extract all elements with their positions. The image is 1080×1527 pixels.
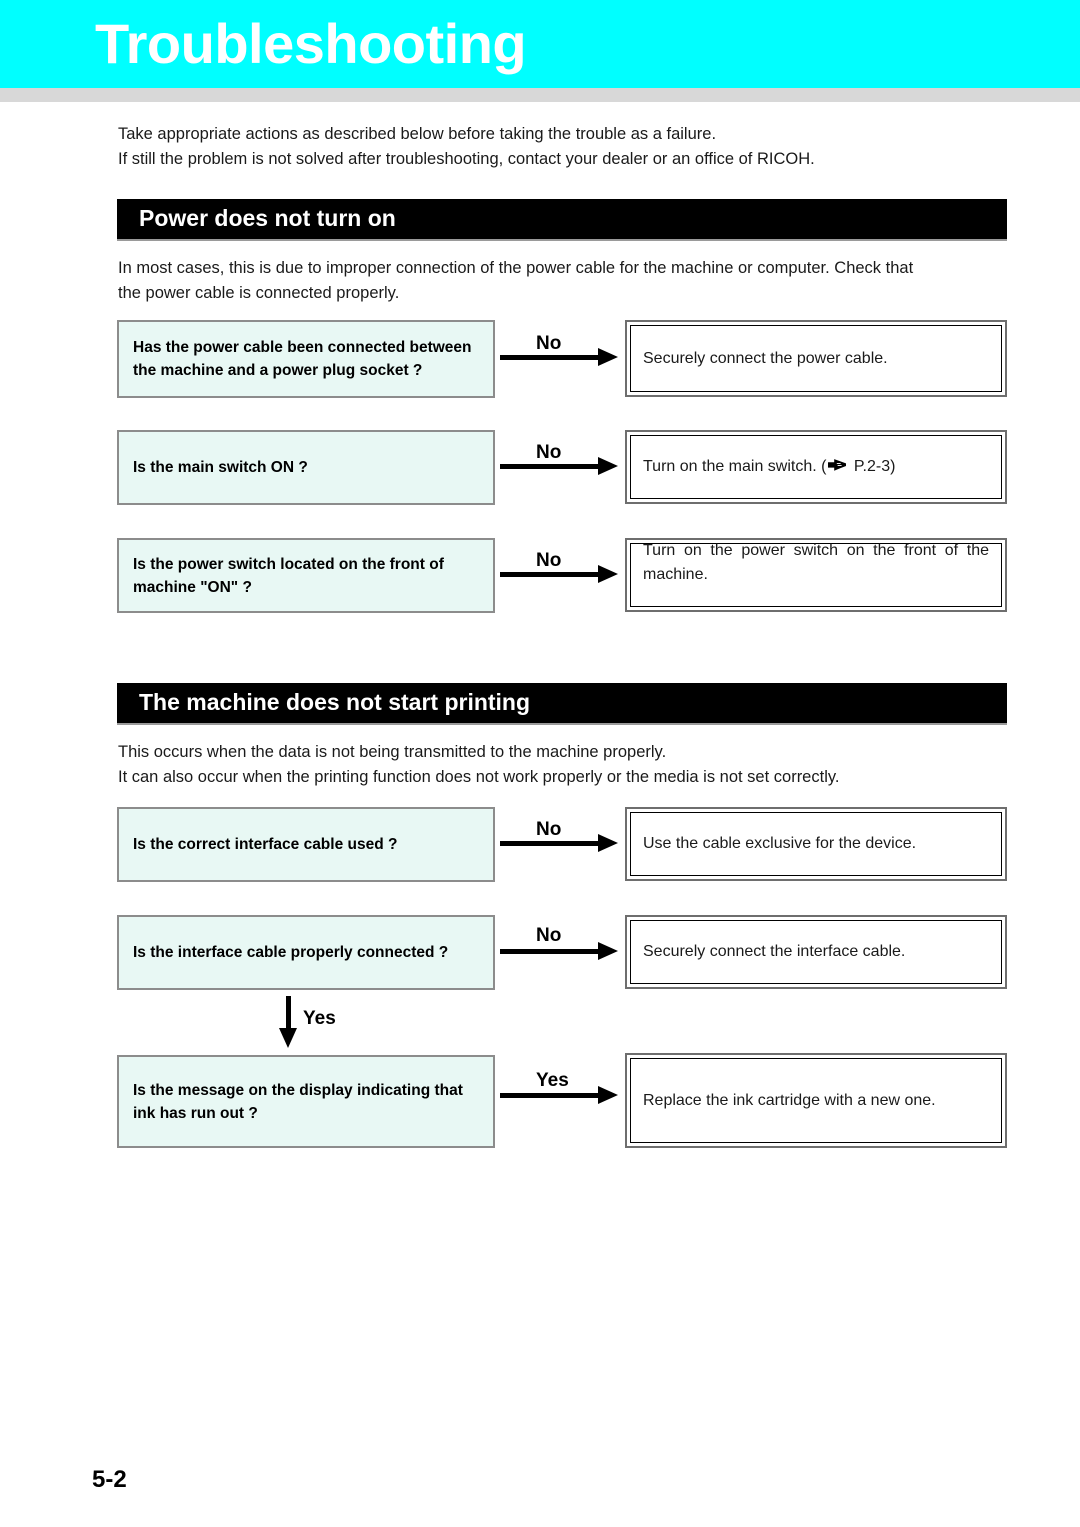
question-box: Is the correct interface cable used ? [117, 807, 495, 882]
answer-text-pre: Turn on the main switch. ( [643, 458, 827, 475]
answer-text-pre: Securely connect the power cable. [643, 349, 888, 367]
arrow-head [598, 1086, 618, 1104]
section-power-description: In most cases, this is due to improper c… [118, 256, 1018, 306]
arrow-shaft [286, 996, 291, 1030]
question-text: Is the power switch located on the front… [133, 555, 444, 596]
intro-line-2: If still the problem is not solved after… [118, 150, 815, 168]
question-text: Is the main switch ON ? [133, 459, 308, 476]
section-printing-desc-line-1: This occurs when the data is not being t… [118, 743, 667, 761]
question-box: Is the main switch ON ? [117, 430, 495, 505]
page-title: Troubleshooting [95, 12, 527, 75]
question-text: Is the correct interface cable used ? [133, 836, 398, 853]
answer-box-inner: Turn on the power switch on the front of… [630, 542, 1002, 607]
answer-box-inner: Securely connect the power cable. [630, 325, 1002, 392]
answer-text-post: P.2-3) [849, 458, 896, 475]
answer-box-inner: Turn on the main switch. ( P.2-3) [630, 435, 1002, 499]
arrow-label: No [536, 925, 562, 946]
page-number: 5-2 [92, 1466, 127, 1493]
arrow-shaft [500, 355, 600, 360]
question-text: Has the power cable been connected betwe… [133, 339, 472, 379]
answer-box: Securely connect the power cable. [625, 320, 1007, 397]
section-header-power: Power does not turn on [117, 199, 1007, 241]
arrow-head [598, 834, 618, 852]
pointing-hand-icon [827, 456, 847, 471]
answer-box-inner: Replace the ink cartridge with a new one… [630, 1058, 1002, 1143]
arrow-head [598, 942, 618, 960]
arrow-label: No [536, 442, 562, 463]
question-text: Is the message on the display indicating… [133, 1081, 463, 1122]
arrow-label: No [536, 333, 562, 354]
banner-underbar [0, 88, 1080, 102]
arrow-head [598, 565, 618, 583]
arrow-shaft [500, 1093, 600, 1098]
section-header-power-label: Power does not turn on [139, 205, 396, 231]
arrow-shaft [500, 841, 600, 846]
page-header-banner: Troubleshooting [0, 0, 1080, 88]
answer-box: Turn on the power switch on the front of… [625, 538, 1007, 612]
answer-box: Turn on the main switch. ( P.2-3) [625, 430, 1007, 504]
flow-arrow-right-icon [500, 1086, 618, 1104]
answer-text: Replace the ink cartridge with a new one… [643, 1091, 936, 1109]
section-printing-desc-line-2: It can also occur when the printing func… [118, 768, 840, 786]
flow-arrow-right-icon [500, 942, 618, 960]
arrow-head [598, 348, 618, 366]
arrow-head [598, 457, 618, 475]
question-box: Is the interface cable properly connecte… [117, 915, 495, 990]
answer-box: Use the cable exclusive for the device. [625, 807, 1007, 881]
answer-text: Securely connect the power cable. [631, 347, 1001, 371]
arrow-shaft [500, 464, 600, 469]
flow-arrow-down-icon [279, 996, 297, 1048]
answer-text: Turn on the power switch on the front of… [643, 542, 989, 583]
question-box: Is the power switch located on the front… [117, 538, 495, 613]
question-text: Is the interface cable properly connecte… [133, 944, 449, 961]
arrow-head [279, 1028, 297, 1048]
arrow-shaft [500, 949, 600, 954]
section-header-printing: The machine does not start printing [117, 683, 1007, 725]
answer-text: Securely connect the interface cable. [643, 943, 906, 960]
section-power-desc-line-1: In most cases, this is due to improper c… [118, 259, 914, 277]
intro-line-1: Take appropriate actions as described be… [118, 125, 717, 143]
answer-box-inner: Use the cable exclusive for the device. [630, 812, 1002, 876]
answer-box: Securely connect the interface cable. [625, 915, 1007, 989]
answer-box-inner: Securely connect the interface cable. [630, 920, 1002, 984]
down-arrow-label: Yes [303, 1008, 336, 1029]
question-box: Is the message on the display indicating… [117, 1055, 495, 1148]
arrow-shaft [500, 572, 600, 577]
answer-text: Turn on the main switch. ( P.2-3) [631, 455, 1001, 479]
answer-box: Replace the ink cartridge with a new one… [625, 1053, 1007, 1148]
section-header-printing-label: The machine does not start printing [139, 689, 531, 715]
section-power-desc-line-2: the power cable is connected properly. [118, 284, 400, 302]
arrow-label: No [536, 550, 562, 571]
arrow-label: No [536, 819, 562, 840]
intro-paragraph: Take appropriate actions as described be… [118, 122, 1018, 172]
arrow-label: Yes [536, 1070, 569, 1091]
answer-text: Use the cable exclusive for the device. [643, 835, 917, 852]
section-printing-description: This occurs when the data is not being t… [118, 740, 1018, 790]
question-box: Has the power cable been connected betwe… [117, 320, 495, 398]
